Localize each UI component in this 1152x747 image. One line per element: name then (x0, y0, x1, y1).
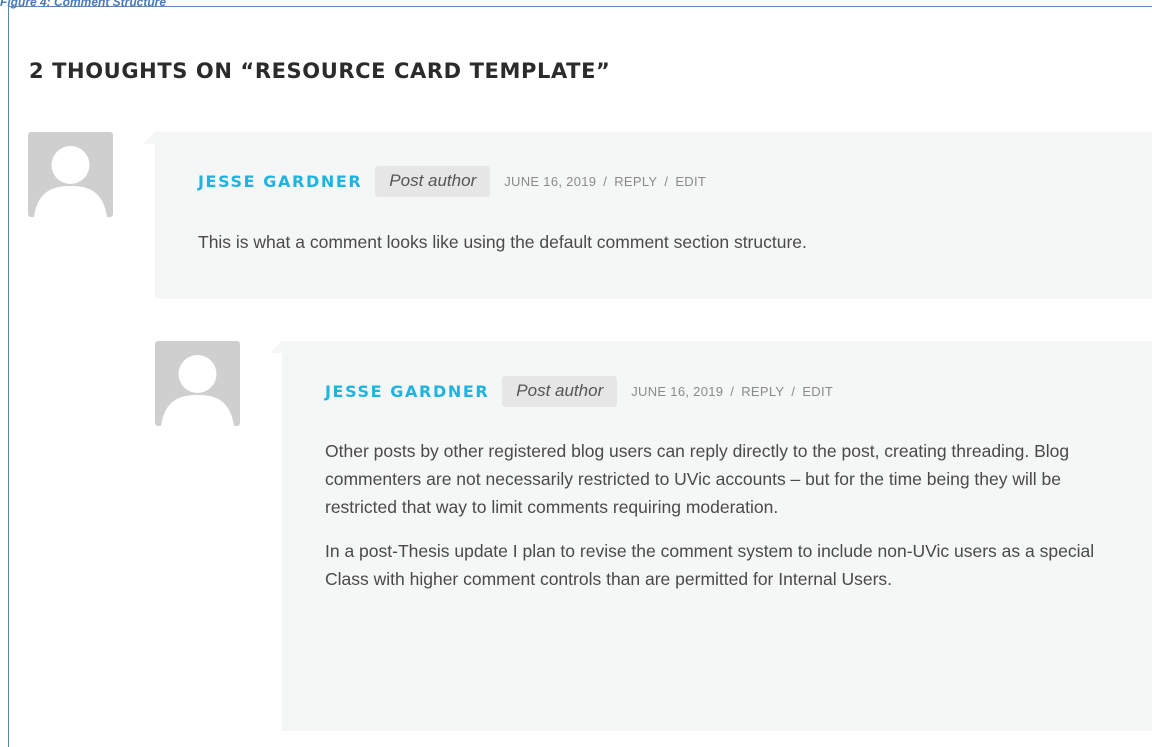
comment-meta: JESSE GARDNER Post author JUNE 16, 2019 /… (198, 166, 706, 197)
reply-avatar-icon (155, 341, 240, 426)
reply-paragraph: Other posts by other registered blog use… (325, 441, 1070, 517)
post-author-badge: Post author (502, 376, 618, 407)
meta-separator: / (664, 174, 669, 189)
edit-link[interactable]: EDIT (675, 174, 706, 189)
comment-avatar-icon (28, 132, 113, 217)
edit-link[interactable]: EDIT (802, 384, 833, 399)
comment-meta-links: JUNE 16, 2019 / REPLY / EDIT (504, 174, 706, 189)
reply-author-link[interactable]: JESSE GARDNER (325, 382, 489, 401)
comment-date-link[interactable]: JUNE 16, 2019 (504, 174, 596, 189)
reply-paragraph: In a post-Thesis update I plan to revise… (325, 541, 1095, 589)
reply-card-notch (270, 341, 282, 353)
comment-author-link[interactable]: JESSE GARDNER (198, 172, 362, 191)
comment-body: This is what a comment looks like using … (198, 228, 1128, 256)
post-author-badge: Post author (375, 166, 491, 197)
reply-date-link[interactable]: JUNE 16, 2019 (631, 384, 723, 399)
reply-meta: JESSE GARDNER Post author JUNE 16, 2019 /… (325, 376, 833, 407)
reply-link[interactable]: REPLY (614, 174, 657, 189)
meta-separator: / (730, 384, 735, 399)
reply-meta-links: JUNE 16, 2019 / REPLY / EDIT (631, 384, 833, 399)
comments-heading: 2 THOUGHTS ON “RESOURCE CARD TEMPLATE” (29, 59, 611, 83)
comment-paragraph: This is what a comment looks like using … (198, 232, 807, 252)
meta-separator: / (603, 174, 608, 189)
comment-card (155, 132, 1152, 299)
reply-link[interactable]: REPLY (741, 384, 784, 399)
reply-body: Other posts by other registered blog use… (325, 437, 1115, 593)
comment-card-notch (143, 132, 155, 144)
meta-separator: / (791, 384, 796, 399)
